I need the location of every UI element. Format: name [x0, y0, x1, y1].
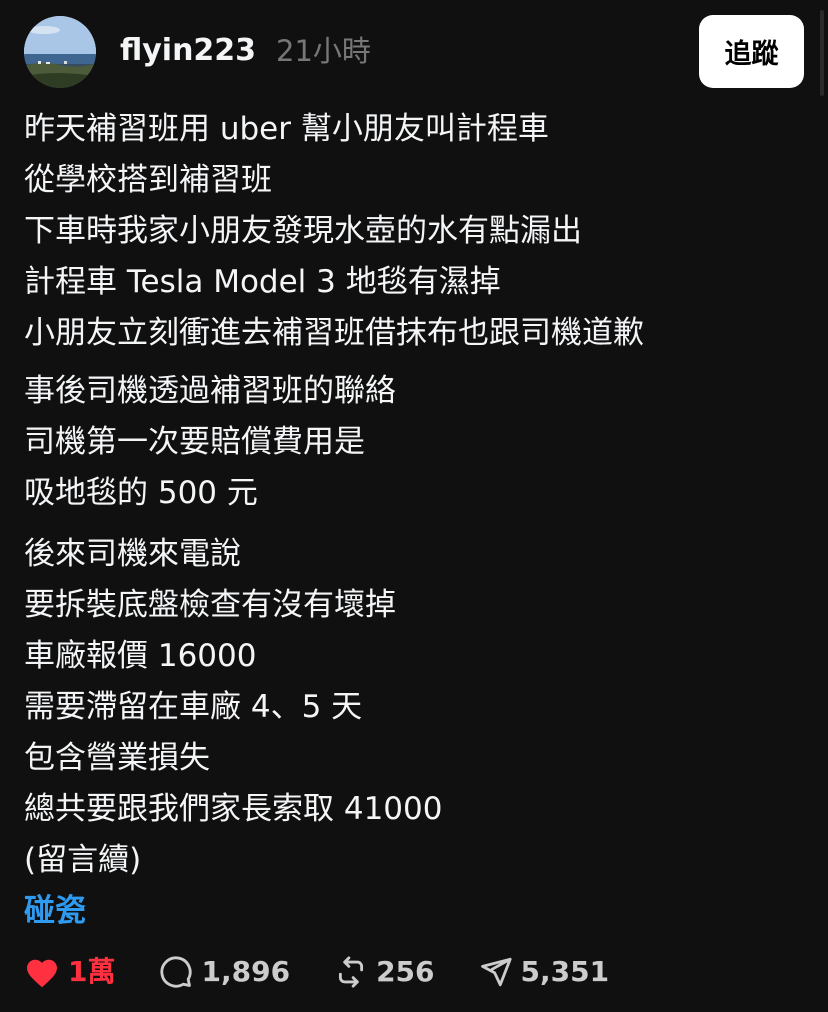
- post-line: 計程車 Tesla Model 3 地毯有濕掉: [24, 264, 501, 300]
- post-line: 車廠報價 16000: [24, 638, 257, 674]
- topic-tag-link[interactable]: 碰瓷: [24, 886, 86, 937]
- heart-filled-icon: [24, 955, 60, 989]
- post-line: (留言續): [24, 842, 142, 878]
- repost-button[interactable]: 256: [334, 950, 435, 994]
- username[interactable]: flyin223: [120, 30, 256, 72]
- post-line: 要拆裝底盤檢查有沒有壞掉: [24, 587, 396, 623]
- like-count: 1萬: [68, 955, 116, 988]
- post-paragraph: 後來司機來電說 要拆裝底盤檢查有沒有壞掉 車廠報價 16000 需要滯留在車廠 …: [24, 529, 814, 886]
- comment-button[interactable]: 1,896: [159, 950, 290, 994]
- scrollbar[interactable]: [820, 10, 824, 96]
- post-line: 小朋友立刻衝進去補習班借抹布也跟司機道歉: [24, 315, 644, 351]
- repost-icon: [334, 955, 368, 989]
- follow-button[interactable]: 追蹤: [699, 15, 804, 88]
- post-line: 下車時我家小朋友發現水壺的水有點漏出: [24, 213, 582, 249]
- comment-bubble-icon: [159, 955, 193, 989]
- send-icon: [479, 955, 513, 989]
- post-line: 司機第一次要賠償費用是: [24, 424, 365, 460]
- comment-count: 1,896: [201, 955, 291, 988]
- post-line: 事後司機透過補習班的聯絡: [24, 373, 396, 409]
- post-line: 總共要跟我們家長索取 41000: [24, 791, 443, 827]
- post-line: 昨天補習班用 uber 幫小朋友叫計程車: [24, 111, 549, 147]
- post-paragraph: 事後司機透過補習班的聯絡 司機第一次要賠償費用是 吸地毯的 500 元: [24, 366, 814, 519]
- post-line: 吸地毯的 500 元: [24, 475, 258, 511]
- post-timestamp: 21小時: [276, 34, 371, 68]
- post-paragraph: 昨天補習班用 uber 幫小朋友叫計程車 從學校搭到補習班 下車時我家小朋友發現…: [24, 104, 814, 359]
- post-line: 後來司機來電說: [24, 536, 241, 572]
- post-line: 需要滯留在車廠 4、5 天: [24, 689, 363, 725]
- post-body: 昨天補習班用 uber 幫小朋友叫計程車 從學校搭到補習班 下車時我家小朋友發現…: [24, 104, 814, 937]
- repost-count: 256: [376, 955, 435, 988]
- share-button[interactable]: 5,351: [479, 950, 610, 994]
- like-button[interactable]: 1萬: [24, 950, 115, 994]
- action-bar: 1萬 1,896 256 5,351: [24, 950, 653, 994]
- post-line: 包含營業損失: [24, 740, 210, 776]
- avatar[interactable]: [24, 16, 96, 88]
- share-count: 5,351: [520, 955, 610, 988]
- post-line: 從學校搭到補習班: [24, 162, 272, 198]
